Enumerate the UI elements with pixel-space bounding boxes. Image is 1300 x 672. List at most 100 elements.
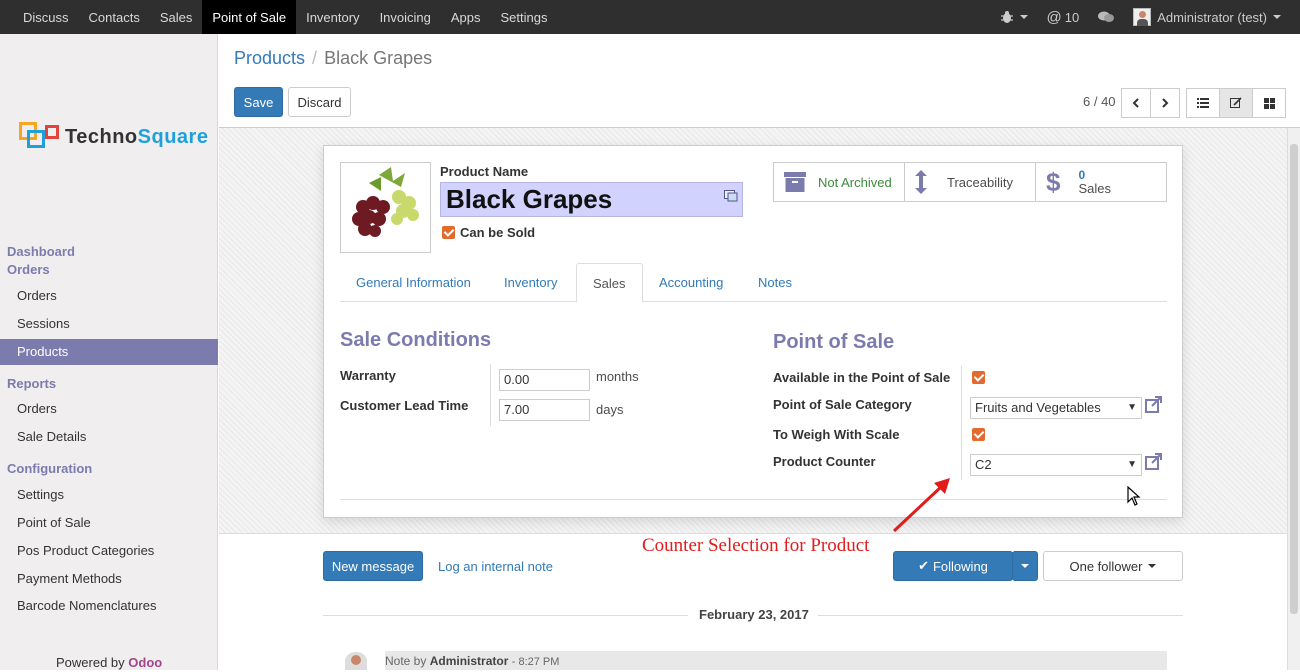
dollar-icon: $ bbox=[1046, 166, 1061, 197]
translate-icon[interactable] bbox=[724, 188, 738, 202]
sidebar-item-sessions[interactable]: Sessions bbox=[0, 311, 218, 337]
check-icon: ✔ bbox=[918, 558, 929, 573]
messages[interactable] bbox=[1088, 0, 1124, 34]
weigh-with-scale-checkbox[interactable] bbox=[972, 428, 985, 441]
vertical-arrows-icon bbox=[915, 170, 927, 194]
kanban-view-button[interactable] bbox=[1252, 88, 1286, 118]
sidebar-item-payment-methods[interactable]: Payment Methods bbox=[0, 566, 218, 592]
sales-button[interactable]: $ 0 Sales bbox=[1036, 163, 1166, 201]
page-scrollbar[interactable] bbox=[1287, 128, 1300, 670]
app-apps[interactable]: Apps bbox=[441, 0, 491, 34]
archive-status: Not Archived bbox=[818, 174, 892, 190]
sidebar-item-products[interactable]: Products bbox=[0, 339, 218, 365]
app-invoicing[interactable]: Invoicing bbox=[370, 0, 441, 34]
weigh-with-scale-label: To Weigh With Scale bbox=[773, 427, 900, 442]
sidebar-head-orders[interactable]: Orders bbox=[7, 262, 50, 277]
pager-next-button[interactable] bbox=[1150, 88, 1180, 118]
product-counter-label: Product Counter bbox=[773, 454, 876, 469]
app-sales[interactable]: Sales bbox=[150, 0, 203, 34]
warranty-input[interactable]: 0.00 bbox=[499, 369, 590, 391]
sidebar-item-barcode-nomenclatures[interactable]: Barcode Nomenclatures bbox=[0, 593, 218, 619]
followers-button[interactable]: One follower bbox=[1043, 551, 1183, 581]
following-dropdown-button[interactable] bbox=[1012, 551, 1038, 581]
traceability-label: Traceability bbox=[947, 174, 1013, 190]
app-menu: Discuss Contacts Sales Point of Sale Inv… bbox=[0, 0, 558, 34]
app-inventory[interactable]: Inventory bbox=[296, 0, 369, 34]
sidebar-item-settings[interactable]: Settings bbox=[0, 482, 218, 508]
chevron-down-icon bbox=[1148, 564, 1157, 568]
edit-icon bbox=[1230, 97, 1242, 108]
external-link-icon[interactable] bbox=[1145, 396, 1163, 414]
new-message-button[interactable]: New message bbox=[323, 551, 423, 581]
sidebar-item-orders[interactable]: Orders bbox=[0, 283, 218, 309]
sidebar-head-configuration[interactable]: Configuration bbox=[7, 461, 92, 476]
warranty-label: Warranty bbox=[340, 368, 396, 383]
notifications[interactable]: @ 10 bbox=[1037, 0, 1088, 34]
warranty-unit: months bbox=[596, 369, 639, 384]
odoo-link[interactable]: Odoo bbox=[128, 655, 162, 670]
chevron-down-icon bbox=[1020, 15, 1029, 19]
sidebar-head-reports[interactable]: Reports bbox=[7, 376, 56, 391]
product-image[interactable] bbox=[340, 162, 431, 253]
available-in-pos-checkbox[interactable] bbox=[972, 371, 985, 384]
log-note-link[interactable]: Log an internal note bbox=[438, 559, 553, 574]
traceability-button[interactable]: Traceability bbox=[905, 163, 1036, 201]
save-button[interactable]: Save bbox=[234, 87, 283, 117]
message-author[interactable]: Administrator bbox=[430, 654, 509, 668]
sales-count: 0 bbox=[1078, 168, 1086, 182]
tab-accounting[interactable]: Accounting bbox=[643, 263, 739, 302]
scrollbar-thumb[interactable] bbox=[1290, 144, 1298, 614]
app-settings[interactable]: Settings bbox=[491, 0, 558, 34]
chevron-down-icon bbox=[1021, 564, 1029, 568]
tab-notes[interactable]: Notes bbox=[742, 263, 808, 302]
pager-previous-button[interactable] bbox=[1121, 88, 1151, 118]
form-view-button[interactable] bbox=[1219, 88, 1253, 118]
message-time: - 8:27 PM bbox=[511, 656, 560, 668]
chevron-down-icon bbox=[1273, 15, 1281, 19]
can-be-sold-checkbox[interactable] bbox=[442, 226, 455, 239]
lead-time-input[interactable]: 7.00 bbox=[499, 399, 590, 421]
mouse-cursor-icon bbox=[1127, 486, 1141, 506]
breadcrumb-current: Black Grapes bbox=[324, 48, 433, 68]
chat-bubbles-icon bbox=[1098, 11, 1115, 22]
form-background: Product Name Black Grapes Can be Sold No… bbox=[219, 128, 1287, 534]
lead-time-label: Customer Lead Time bbox=[340, 398, 469, 413]
app-point-of-sale[interactable]: Point of Sale bbox=[202, 0, 297, 34]
chevron-left-icon bbox=[1132, 98, 1139, 108]
sidebar-item-sale-details[interactable]: Sale Details bbox=[0, 424, 218, 450]
app-discuss[interactable]: Discuss bbox=[13, 0, 79, 34]
grapes-image bbox=[352, 167, 419, 237]
product-counter-select[interactable]: C2 ▼ bbox=[970, 454, 1142, 476]
following-button[interactable]: ✔ Following bbox=[893, 551, 1013, 581]
app-contacts[interactable]: Contacts bbox=[79, 0, 150, 34]
breadcrumb-products[interactable]: Products bbox=[234, 48, 305, 68]
discard-button[interactable]: Discard bbox=[288, 87, 351, 117]
sale-conditions-title: Sale Conditions bbox=[340, 329, 492, 351]
sidebar-item-point-of-sale[interactable]: Point of Sale bbox=[0, 510, 218, 536]
external-link-icon[interactable] bbox=[1145, 453, 1163, 471]
can-be-sold-label: Can be Sold bbox=[460, 225, 536, 240]
archive-button[interactable]: Not Archived bbox=[774, 163, 905, 201]
tab-general-information[interactable]: General Information bbox=[340, 263, 487, 302]
bug-icon bbox=[1001, 11, 1014, 23]
sales-label: Sales bbox=[1078, 181, 1111, 196]
notifications-count: 10 bbox=[1064, 9, 1080, 25]
sidebar-item-report-orders[interactable]: Orders bbox=[0, 396, 218, 422]
pos-category-select[interactable]: Fruits and Vegetables ▼ bbox=[970, 397, 1142, 419]
notebook-tabs: General Information Inventory Sales Acco… bbox=[340, 263, 1167, 303]
chevron-right-icon bbox=[1162, 98, 1169, 108]
user-menu[interactable]: Administrator (test) bbox=[1124, 0, 1290, 34]
product-name-input[interactable]: Black Grapes bbox=[440, 182, 743, 217]
control-panel: Products / Black Grapes Save Discard 6 / 4… bbox=[219, 34, 1300, 128]
breadcrumb: Products / Black Grapes bbox=[234, 48, 433, 68]
tab-inventory[interactable]: Inventory bbox=[488, 263, 573, 302]
sidebar: TechnoSquare Dashboard Orders Orders Ses… bbox=[0, 34, 218, 670]
tab-sales[interactable]: Sales bbox=[576, 263, 643, 303]
list-view-button[interactable] bbox=[1186, 88, 1220, 118]
company-logo: TechnoSquare bbox=[19, 120, 208, 156]
debug-menu[interactable] bbox=[991, 0, 1037, 34]
sidebar-item-pos-categories[interactable]: Pos Product Categories bbox=[0, 538, 218, 564]
top-navbar: Discuss Contacts Sales Point of Sale Inv… bbox=[0, 0, 1300, 34]
sidebar-head-dashboard[interactable]: Dashboard bbox=[7, 244, 75, 259]
powered-by: Powered by Odoo bbox=[56, 655, 163, 670]
